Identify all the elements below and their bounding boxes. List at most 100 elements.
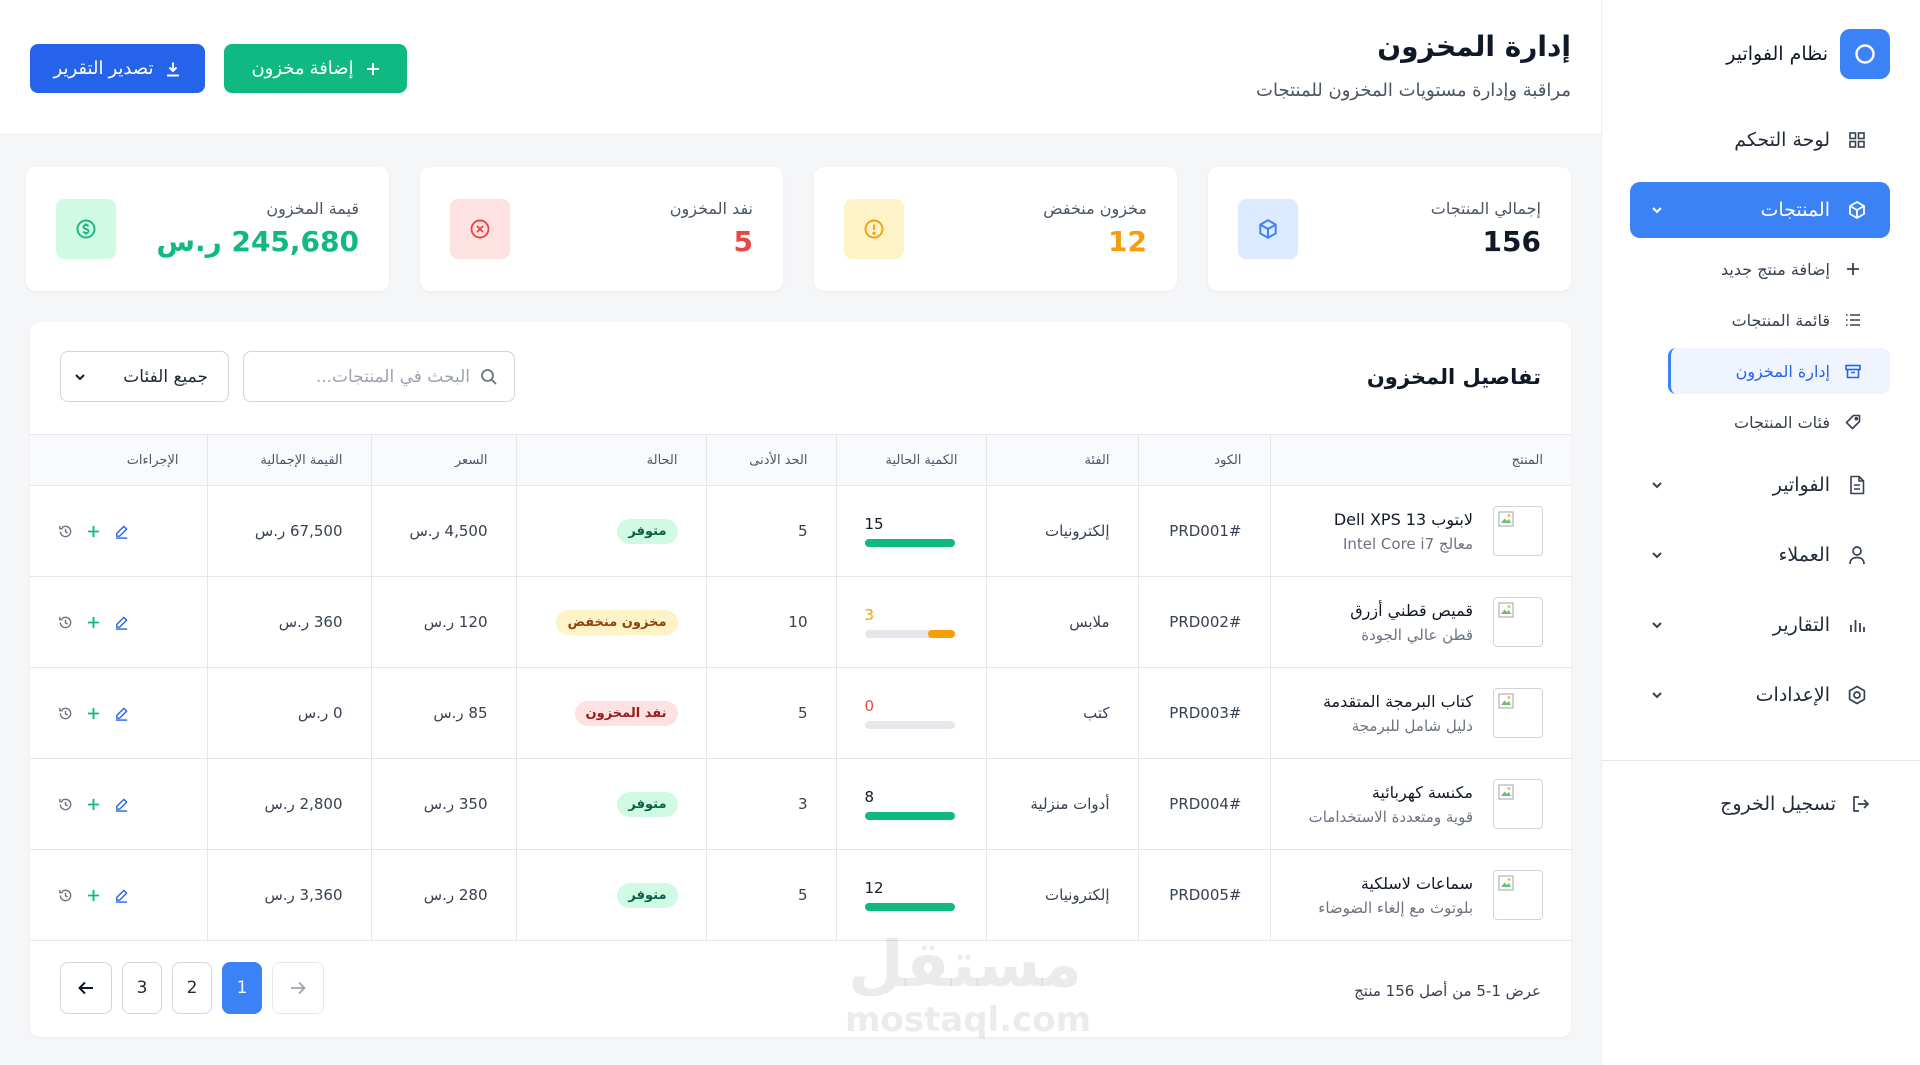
- product-name[interactable]: لابتوب Dell XPS 13: [1334, 510, 1473, 529]
- history-icon[interactable]: [58, 797, 73, 812]
- add-stock-button[interactable]: إضافة مخزون: [224, 44, 407, 93]
- page-button-3[interactable]: 3: [122, 962, 162, 1014]
- product-name[interactable]: قميص قطني أزرق: [1350, 601, 1473, 620]
- quantity-cell: 15: [835, 485, 986, 577]
- cube-icon: [1238, 199, 1298, 259]
- stat-value: 156: [1482, 225, 1541, 258]
- actions-cell: [30, 667, 207, 759]
- total-value: 3,360 ر.س: [206, 849, 371, 941]
- search-input[interactable]: [251, 366, 470, 387]
- unit-price: 85 ر.س: [370, 667, 516, 759]
- product-category: كتب: [985, 667, 1138, 759]
- column-header[interactable]: الكمية الحالية: [835, 434, 986, 486]
- product-description: دليل شامل للبرمجة: [1351, 716, 1473, 735]
- sidebar: نظام الفواتير لوحة التحكم المنتجات إضافة: [1601, 0, 1920, 1065]
- tag-icon: [1844, 413, 1862, 431]
- category-select-value: جميع الفئات: [123, 366, 208, 387]
- edit-icon[interactable]: [114, 797, 129, 812]
- column-header: الإجراءات: [30, 434, 207, 486]
- status-cell: متوفر: [515, 485, 706, 577]
- product-name[interactable]: سماعات لاسلكية: [1318, 874, 1473, 893]
- brand-title: نظام الفواتير: [1726, 43, 1828, 65]
- add-quantity-icon[interactable]: [87, 525, 100, 538]
- brand[interactable]: نظام الفواتير: [1726, 29, 1890, 79]
- sidebar-item-label: الإعدادات: [1755, 684, 1830, 706]
- logout-button[interactable]: تسجيل الخروج: [1720, 793, 1870, 815]
- stat-label: نفد المخزون: [669, 199, 753, 218]
- chevron-down-icon: [1648, 686, 1666, 704]
- quantity-value: 12: [864, 879, 884, 897]
- column-header[interactable]: السعر: [370, 434, 516, 486]
- history-icon[interactable]: [58, 615, 73, 630]
- quantity-bar: [864, 812, 955, 820]
- x-circle-icon: [450, 199, 510, 259]
- sidebar-item-label: التقارير: [1772, 614, 1830, 636]
- add-quantity-icon[interactable]: [87, 616, 100, 629]
- submenu-item-categories[interactable]: فئات المنتجات: [1630, 399, 1890, 445]
- submenu-item-add-product[interactable]: إضافة منتج جديد: [1630, 246, 1890, 292]
- money-icon: [56, 199, 116, 259]
- add-quantity-icon[interactable]: [87, 798, 100, 811]
- sidebar-item-customers[interactable]: العملاء: [1630, 527, 1890, 583]
- product-name[interactable]: مكنسة كهربائية: [1309, 783, 1473, 802]
- quantity-bar: [864, 721, 955, 729]
- product-description: معالج Intel Core i7: [1342, 534, 1473, 553]
- column-header[interactable]: القيمة الإجمالية: [206, 434, 371, 486]
- total-value: 360 ر.س: [206, 576, 371, 668]
- quantity-cell: 12: [835, 849, 986, 941]
- sidebar-item-settings[interactable]: الإعدادات: [1630, 667, 1890, 723]
- warning-icon: [844, 199, 904, 259]
- status-badge: نفد المخزون: [574, 700, 678, 726]
- stat-card-inventory-value: قيمة المخزون 245,680 ر.س: [26, 167, 389, 291]
- product-name[interactable]: كتاب البرمجة المتقدمة: [1323, 692, 1473, 711]
- history-icon[interactable]: [58, 706, 73, 721]
- sidebar-item-label: المنتجات: [1760, 199, 1830, 221]
- sidebar-item-invoices[interactable]: الفواتير: [1630, 457, 1890, 513]
- arrow-left-icon: [78, 981, 94, 995]
- table-row: قميص قطني أزرق قطن عالي الجودة PRD002# ملاب…: [30, 576, 1571, 668]
- prev-page-button[interactable]: [60, 962, 112, 1014]
- page-button-1[interactable]: 1: [222, 962, 262, 1014]
- export-report-button[interactable]: تصدير التقرير: [30, 44, 205, 93]
- column-header[interactable]: الحد الأدنى: [705, 434, 836, 486]
- list-icon: [1844, 311, 1862, 329]
- stat-card-low-stock: مخزون منخفض 12: [814, 167, 1177, 291]
- status-badge: متوفر: [617, 882, 678, 908]
- column-header[interactable]: الحالة: [515, 434, 706, 486]
- sidebar-item-dashboard[interactable]: لوحة التحكم: [1630, 112, 1890, 168]
- column-header[interactable]: المنتج: [1269, 434, 1571, 486]
- unit-price: 350 ر.س: [370, 758, 516, 850]
- sidebar-item-products[interactable]: المنتجات: [1630, 182, 1890, 238]
- product-cell: قميص قطني أزرق قطن عالي الجودة: [1269, 576, 1571, 668]
- product-code: PRD001#: [1137, 485, 1270, 577]
- category-select[interactable]: جميع الفئات: [60, 351, 229, 402]
- submenu-item-label: قائمة المنتجات: [1731, 310, 1830, 330]
- submenu-item-product-list[interactable]: قائمة المنتجات: [1630, 297, 1890, 343]
- unit-price: 4,500 ر.س: [370, 485, 516, 577]
- submenu-item-inventory[interactable]: إدارة المخزون: [1668, 348, 1890, 394]
- history-icon[interactable]: [58, 524, 73, 539]
- edit-icon[interactable]: [114, 524, 129, 539]
- sidebar-item-label: العملاء: [1778, 544, 1831, 566]
- status-badge: مخزون منخفض: [556, 609, 678, 635]
- chevron-down-icon: [1648, 616, 1666, 634]
- min-quantity: 5: [705, 849, 836, 941]
- edit-icon[interactable]: [114, 888, 129, 903]
- download-icon: [165, 61, 181, 77]
- history-icon[interactable]: [58, 888, 73, 903]
- next-page-button[interactable]: [272, 962, 324, 1014]
- add-quantity-icon[interactable]: [87, 889, 100, 902]
- inventory-details-panel: تفاصيل المخزون جميع الفئات المنتج الكود …: [30, 322, 1571, 1037]
- sidebar-item-label: الفواتير: [1772, 474, 1830, 496]
- column-header[interactable]: الكود: [1137, 434, 1270, 486]
- products-submenu: إضافة منتج جديد قائمة المنتجات إدارة الم…: [1630, 246, 1890, 445]
- actions-cell: [30, 758, 207, 850]
- column-header[interactable]: الفئة: [985, 434, 1138, 486]
- bar-chart-icon: [1846, 614, 1868, 636]
- sidebar-item-reports[interactable]: التقارير: [1630, 597, 1890, 653]
- edit-icon[interactable]: [114, 706, 129, 721]
- edit-icon[interactable]: [114, 615, 129, 630]
- page-button-2[interactable]: 2: [172, 962, 212, 1014]
- settings-icon: [1846, 684, 1868, 706]
- add-quantity-icon[interactable]: [87, 707, 100, 720]
